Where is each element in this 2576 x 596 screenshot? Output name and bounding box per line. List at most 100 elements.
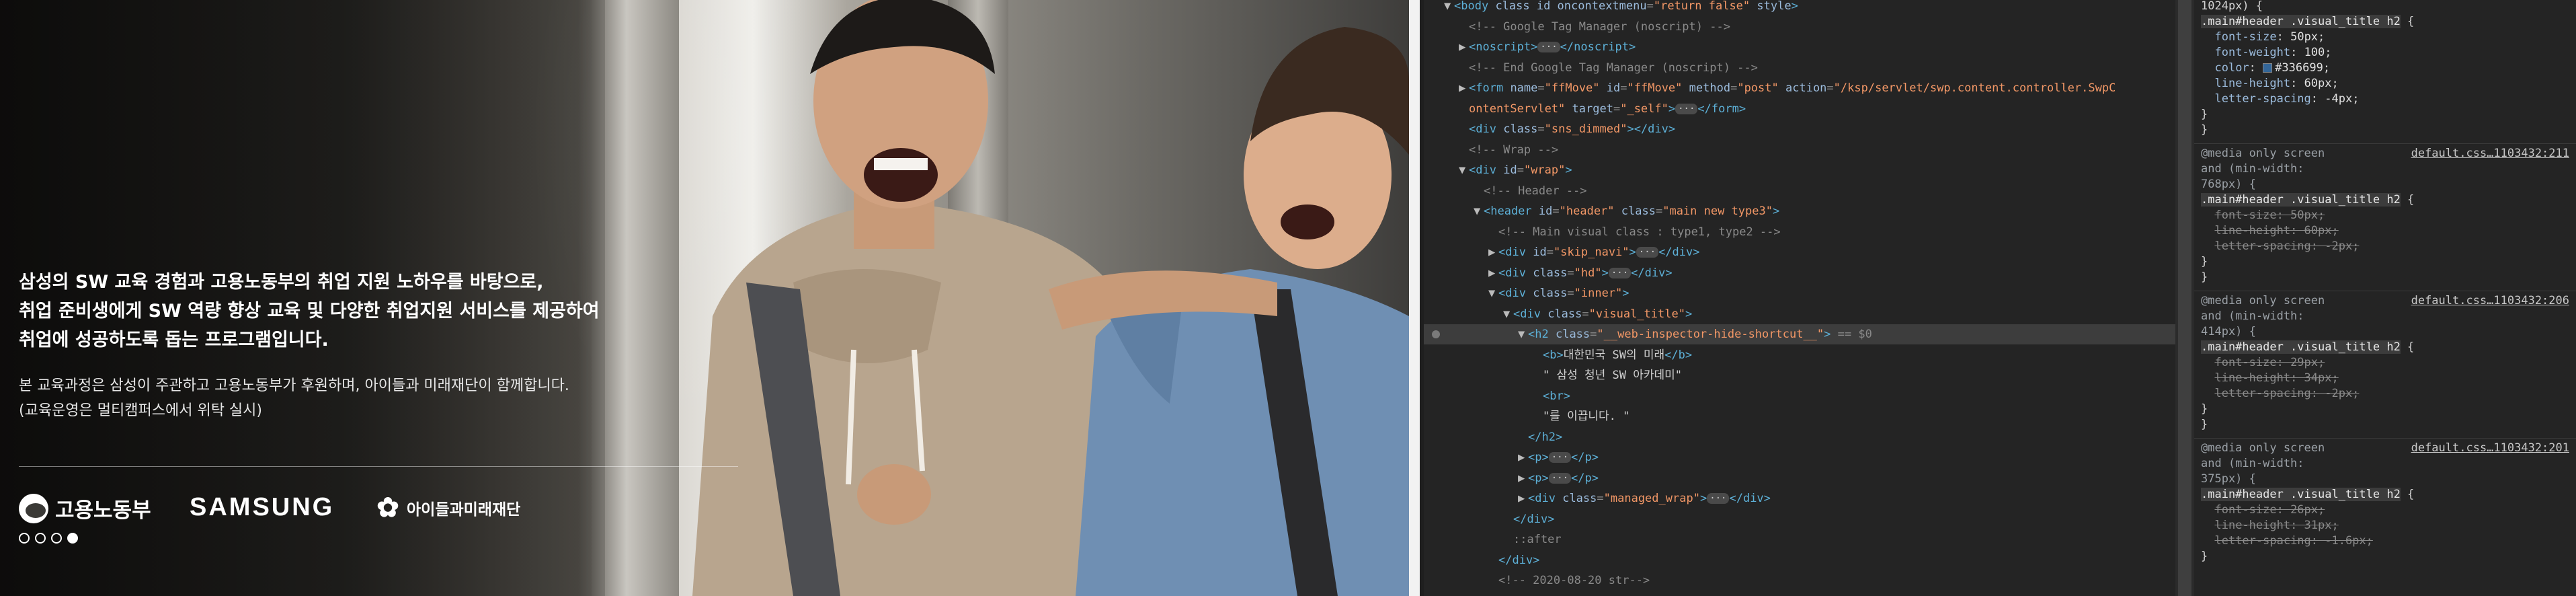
style-line[interactable]: @media only screen (2201, 293, 2325, 308)
dom-node[interactable]: ▼ <div class="inner"> (1424, 283, 2175, 303)
dom-node[interactable]: ▼ <body class id oncontextmenu="return fa… (1424, 0, 2175, 16)
style-line[interactable]: font-size: 50px; (2201, 208, 2325, 223)
devtools-elements-panel[interactable]: ▼ <body class id oncontextmenu="return fa… (1424, 0, 2175, 596)
dom-node[interactable]: ▶<div class="main_visual">···</div> (1424, 591, 2175, 596)
expand-toggle-icon[interactable]: ▼ (1518, 324, 1528, 344)
stylesheet-source-link[interactable]: default.css…1103432:211 (2411, 146, 2569, 161)
dom-node-markup: <div class="sns_dimmed"></div> (1469, 122, 1676, 136)
dom-node[interactable]: ▶ <div class="managed_wrap"> ··· </div> (1424, 488, 2175, 509)
style-line[interactable]: .main#header .visual_title h2 { (2201, 192, 2414, 207)
expand-toggle-icon[interactable]: ▼ (1503, 304, 1513, 324)
dom-node[interactable]: <div class="sns_dimmed"></div> (1424, 119, 2175, 139)
style-line[interactable]: and (min-width: (2201, 456, 2304, 471)
slide-dot-4[interactable] (67, 533, 78, 544)
dom-node-markup: <!-- Google Tag Manager (noscript) --> (1469, 20, 1730, 34)
dom-node[interactable]: <b>대한민국 SW의 미래</b> (1424, 345, 2175, 365)
dom-node[interactable]: ▶ <noscript> ··· </noscript> (1424, 37, 2175, 57)
style-line[interactable]: color: #336699; (2201, 61, 2330, 75)
dom-node[interactable]: <!-- End Google Tag Manager (noscript) -… (1424, 58, 2175, 78)
style-line[interactable]: font-size: 26px; (2201, 502, 2325, 517)
slide-dot-1[interactable] (19, 533, 30, 544)
dom-node[interactable]: </h2> (1424, 427, 2175, 447)
style-line[interactable]: } (2201, 270, 2208, 285)
dom-node[interactable]: ▶ <div id="skip_navi"> ··· </div> (1424, 242, 2175, 262)
style-line[interactable]: 414px) { (2201, 324, 2256, 339)
dom-node[interactable]: ▼ <header id="header" class="main new typ… (1424, 201, 2175, 221)
moel-emblem-icon (19, 493, 48, 523)
dom-node[interactable]: ontentServlet" target="_self"> ··· </form> (1424, 99, 2175, 119)
expand-toggle-icon[interactable]: ▶ (1518, 488, 1528, 509)
dom-node[interactable]: <!-- Main visual class : type1, type2 --… (1424, 222, 2175, 242)
dom-node[interactable]: "를 이끕니다. " (1424, 406, 2175, 426)
style-line[interactable]: } (2201, 402, 2208, 416)
dom-node[interactable]: ▼ <div id="wrap"> (1424, 160, 2175, 180)
dom-node[interactable]: ▼ <div class="visual_title"> (1424, 304, 2175, 324)
expand-toggle-icon[interactable]: ▶ (1488, 242, 1498, 262)
style-line[interactable]: letter-spacing: -2px; (2201, 239, 2359, 254)
dom-node[interactable]: <!-- Google Tag Manager (noscript) --> (1424, 17, 2175, 37)
panel-divider[interactable] (1409, 0, 1424, 596)
style-line[interactable]: } (2201, 107, 2208, 122)
style-line[interactable]: 768px) { (2201, 177, 2256, 192)
style-line[interactable]: font-size: 50px; (2201, 30, 2325, 44)
style-line[interactable]: @media only screen (2201, 146, 2325, 161)
style-line[interactable]: .main#header .visual_title h2 { (2201, 487, 2414, 502)
style-line[interactable]: and (min-width: (2201, 309, 2304, 324)
style-rule-separator (2194, 438, 2576, 439)
expand-toggle-icon[interactable]: ▶ (1459, 78, 1469, 98)
dom-node[interactable]: <br> (1424, 386, 2175, 406)
style-line[interactable]: font-size: 29px; (2201, 355, 2325, 370)
style-line[interactable]: } (2201, 254, 2208, 269)
elements-scrollbar[interactable] (2175, 0, 2194, 596)
expand-toggle-icon[interactable]: ▼ (1474, 201, 1484, 221)
dom-node[interactable]: ▶ <p> ··· </p> (1424, 447, 2175, 468)
style-line[interactable]: 375px) { (2201, 472, 2256, 486)
dom-node[interactable]: ▶ <p> ··· </p> (1424, 468, 2175, 488)
style-line[interactable]: and (min-width: (2201, 161, 2304, 176)
dom-node[interactable]: " 삼성 청년 SW 아카데미" (1424, 365, 2175, 385)
dom-node-selected[interactable]: ▼ <h2 class="__web-inspector-hide-shortcu… (1424, 324, 2175, 344)
expand-toggle-icon[interactable]: ▼ (1488, 283, 1498, 303)
dom-node[interactable]: ▶ <form name="ffMove" id="ffMove" method=… (1424, 78, 2175, 98)
style-line[interactable]: } (2201, 417, 2208, 432)
scrollbar-thumb[interactable] (2178, 0, 2191, 596)
style-line[interactable]: line-height: 31px; (2201, 518, 2338, 533)
style-line[interactable]: line-height: 60px; (2201, 76, 2338, 91)
dom-node[interactable]: <!-- 2020-08-20 str--> (1424, 570, 2175, 591)
stylesheet-source-link[interactable]: default.css…1103432:206 (2411, 293, 2569, 308)
slide-dot-2[interactable] (35, 533, 46, 544)
expand-toggle-icon[interactable]: ▶ (1488, 591, 1498, 596)
expand-toggle-icon[interactable]: ▶ (1518, 468, 1528, 488)
dom-node[interactable]: <!-- Wrap --> (1424, 140, 2175, 160)
style-line[interactable]: letter-spacing: -2px; (2201, 386, 2359, 401)
style-line[interactable]: } (2201, 122, 2208, 137)
slide-dot-3[interactable] (51, 533, 62, 544)
note-line: 본 교육과정은 삼성이 주관하고 고용노동부가 후원하며, 아이들과 미래재단이… (19, 377, 569, 394)
dom-node[interactable]: ▶ <div class="hd"> ··· </div> (1424, 263, 2175, 283)
style-line[interactable]: .main#header .visual_title h2 { (2201, 14, 2414, 29)
style-line[interactable]: letter-spacing: -1.6px; (2201, 533, 2372, 548)
dom-node-markup: <div id="skip_navi"> ··· </div> (1498, 246, 1700, 259)
style-line[interactable]: line-height: 60px; (2201, 223, 2338, 238)
expand-toggle-icon[interactable]: ▶ (1488, 263, 1498, 283)
style-line[interactable]: } (2201, 549, 2208, 564)
devtools-styles-panel[interactable]: 1024px) {.main#header .visual_title h2 {… (2194, 0, 2576, 596)
program-note: 본 교육과정은 삼성이 주관하고 고용노동부가 후원하며, 아이들과 미래재단이… (19, 373, 624, 423)
dom-node[interactable]: <!-- Header --> (1424, 181, 2175, 201)
dom-node[interactable]: </div> (1424, 550, 2175, 570)
dom-node[interactable]: </div> (1424, 509, 2175, 529)
dom-node-markup: <noscript> ··· </noscript> (1469, 40, 1636, 54)
style-line[interactable]: font-weight: 100; (2201, 45, 2331, 60)
expand-toggle-icon[interactable]: ▼ (1444, 0, 1454, 16)
style-line[interactable]: letter-spacing: -4px; (2201, 91, 2359, 106)
stylesheet-source-link[interactable]: default.css…1103432:201 (2411, 441, 2569, 455)
expand-toggle-icon[interactable]: ▶ (1518, 447, 1528, 468)
dom-node[interactable]: ::after (1424, 529, 2175, 550)
expand-toggle-icon[interactable]: ▼ (1459, 160, 1469, 180)
dom-node-markup: </div> (1513, 512, 1555, 526)
style-line[interactable]: line-height: 34px; (2201, 371, 2338, 385)
style-line[interactable]: .main#header .visual_title h2 { (2201, 340, 2414, 355)
style-line[interactable]: @media only screen (2201, 441, 2325, 455)
style-line[interactable]: 1024px) { (2201, 0, 2263, 13)
expand-toggle-icon[interactable]: ▶ (1459, 37, 1469, 57)
